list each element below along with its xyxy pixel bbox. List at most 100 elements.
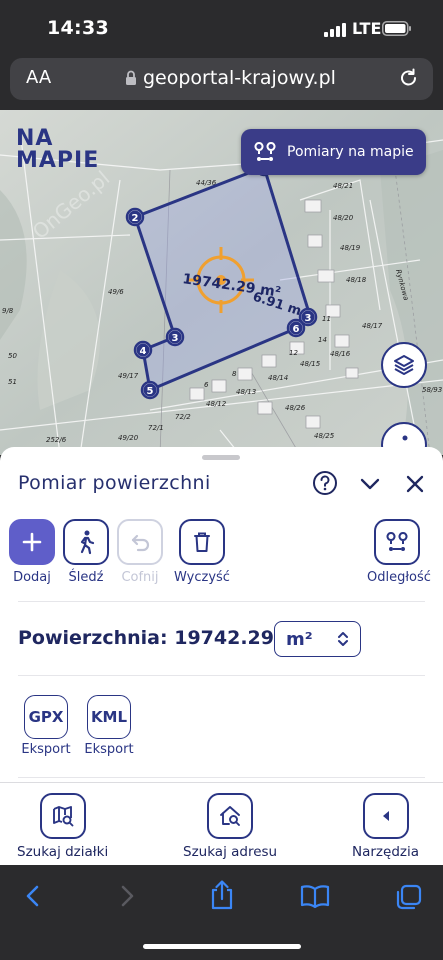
search-parcel-button[interactable] <box>39 793 86 839</box>
undo-button[interactable] <box>117 519 163 565</box>
vertex-marker[interactable]: 2 <box>125 207 145 227</box>
svg-text:3: 3 <box>305 313 312 324</box>
share-icon[interactable] <box>208 879 236 911</box>
undo-icon <box>131 534 150 552</box>
export-gpx-label: Eksport <box>21 742 71 757</box>
chevron-updown-icon <box>338 632 348 646</box>
status-bar: 14:33 LTE <box>0 0 443 56</box>
vertex-marker[interactable]: 6 <box>286 318 306 338</box>
measure-on-map-button[interactable]: Pomiary na mapie <box>241 129 426 175</box>
map-search-icon <box>52 806 74 827</box>
forward-icon[interactable] <box>116 883 138 909</box>
reload-icon[interactable] <box>398 67 420 89</box>
parcel-label: 48/17 <box>362 322 383 330</box>
track-label: Śledź <box>68 570 104 585</box>
address-bar[interactable]: AA geoportal-krajowy.pl <box>10 58 433 100</box>
parcel-label: 48/14 <box>268 374 288 382</box>
undo-label: Cofnij <box>121 570 159 585</box>
nav-search-parcel[interactable]: Szukaj działki <box>17 793 108 860</box>
parcel-label: 72/2 <box>175 413 191 421</box>
nav-tools[interactable]: Narzędzia <box>352 793 419 860</box>
export-gpx[interactable]: GPX Eksport <box>15 695 77 757</box>
walk-icon <box>80 530 95 555</box>
distance-icon <box>254 142 276 161</box>
parcel-label: 8 <box>232 370 237 378</box>
track-tool[interactable]: Śledź <box>56 519 116 585</box>
close-icon[interactable] <box>404 473 426 495</box>
parcel-label: 48/25 <box>314 432 335 440</box>
parcel-label: 48/12 <box>206 400 227 408</box>
layers-button[interactable] <box>381 342 427 388</box>
tabs-icon[interactable] <box>395 883 423 911</box>
parcel-label: 51 <box>8 378 17 386</box>
home-search-icon <box>220 806 240 826</box>
status-time: 14:33 <box>47 17 109 39</box>
app-bottom-nav: Szukaj działki Szukaj adresu Narzędzia <box>0 782 443 865</box>
tools-button[interactable] <box>362 793 409 839</box>
reader-aa-button[interactable]: AA <box>26 67 51 88</box>
parcel-label: 48/26 <box>285 404 306 412</box>
back-icon[interactable] <box>22 883 44 909</box>
divider <box>18 675 425 676</box>
area-label: Powierzchnia: <box>18 627 168 649</box>
home-indicator <box>143 944 301 949</box>
distance-button[interactable] <box>374 519 420 565</box>
clear-button[interactable] <box>179 519 225 565</box>
svg-text:3: 3 <box>172 333 179 344</box>
nav-search-address[interactable]: Szukaj adresu <box>183 793 277 860</box>
parcel-label: 72/1 <box>148 424 164 432</box>
map-view[interactable]: 44/36 48/21 48/20 48/19 48/18 48/17 48/1… <box>0 110 443 455</box>
layers-icon <box>394 355 414 375</box>
vertex-marker[interactable]: 3 <box>165 327 185 347</box>
svg-text:5: 5 <box>147 386 154 397</box>
battery-icon <box>382 21 411 36</box>
sheet-title: Pomiar powierzchni <box>18 472 211 494</box>
add-point-label: Dodaj <box>13 570 51 585</box>
vertex-marker[interactable]: 4 <box>133 340 153 360</box>
parcel-label: 48/18 <box>346 276 367 284</box>
parcel-label: 48/16 <box>330 350 351 358</box>
add-point-button[interactable] <box>9 519 55 565</box>
distance-label: Odległość <box>367 570 431 585</box>
bookmarks-icon[interactable] <box>300 883 330 909</box>
svg-text:4: 4 <box>140 346 147 357</box>
parcel-label: 48/20 <box>333 214 354 222</box>
undo-tool[interactable]: Cofnij <box>110 519 170 585</box>
parcel-label: 48/15 <box>300 360 321 368</box>
sheet-drag-handle[interactable] <box>202 455 240 460</box>
app-logo[interactable]: NA MAPIE <box>16 128 99 172</box>
export-kml-label: Eksport <box>84 742 134 757</box>
url-text: geoportal-krajowy.pl <box>143 67 336 89</box>
svg-text:2: 2 <box>132 213 139 224</box>
distance-tool[interactable]: Odległość <box>367 519 431 585</box>
parcel-label: 49/20 <box>118 434 139 442</box>
track-button[interactable] <box>63 519 109 565</box>
add-point-tool[interactable]: Dodaj <box>2 519 62 585</box>
parcel-label: 9/8 <box>2 307 14 315</box>
area-value: 19742.29 <box>174 627 274 649</box>
measurement-sheet: Pomiar powierzchni Dodaj Śledź Cofnij Wy… <box>0 447 443 782</box>
unit-value: m² <box>286 628 313 650</box>
export-gpx-button[interactable]: GPX <box>24 695 68 739</box>
signal-icon <box>324 23 346 37</box>
parcel-label: 252/6 <box>46 436 67 444</box>
search-address-button[interactable] <box>207 793 254 839</box>
parcel-label: 48/21 <box>333 182 353 190</box>
tools-label: Narzędzia <box>352 844 419 860</box>
lock-icon <box>126 70 136 85</box>
parcel-label: 14 <box>318 336 327 344</box>
vertex-marker[interactable]: 5 <box>140 380 160 400</box>
clear-tool[interactable]: Wyczyść <box>172 519 232 585</box>
svg-text:6: 6 <box>293 324 300 335</box>
export-kml[interactable]: KML Eksport <box>78 695 140 757</box>
export-kml-button[interactable]: KML <box>87 695 131 739</box>
chevron-down-icon[interactable] <box>358 473 382 495</box>
parcel-label: 11 <box>322 315 331 323</box>
parcel-label: 12 <box>289 349 298 357</box>
parcel-label: 49/6 <box>108 288 124 296</box>
area-readout: Powierzchnia: 19742.29 <box>18 627 274 649</box>
parcel-label: 48/19 <box>340 244 361 252</box>
measure-on-map-label: Pomiary na mapie <box>287 144 414 160</box>
help-icon[interactable] <box>312 470 338 496</box>
unit-select[interactable]: m² <box>274 621 361 657</box>
